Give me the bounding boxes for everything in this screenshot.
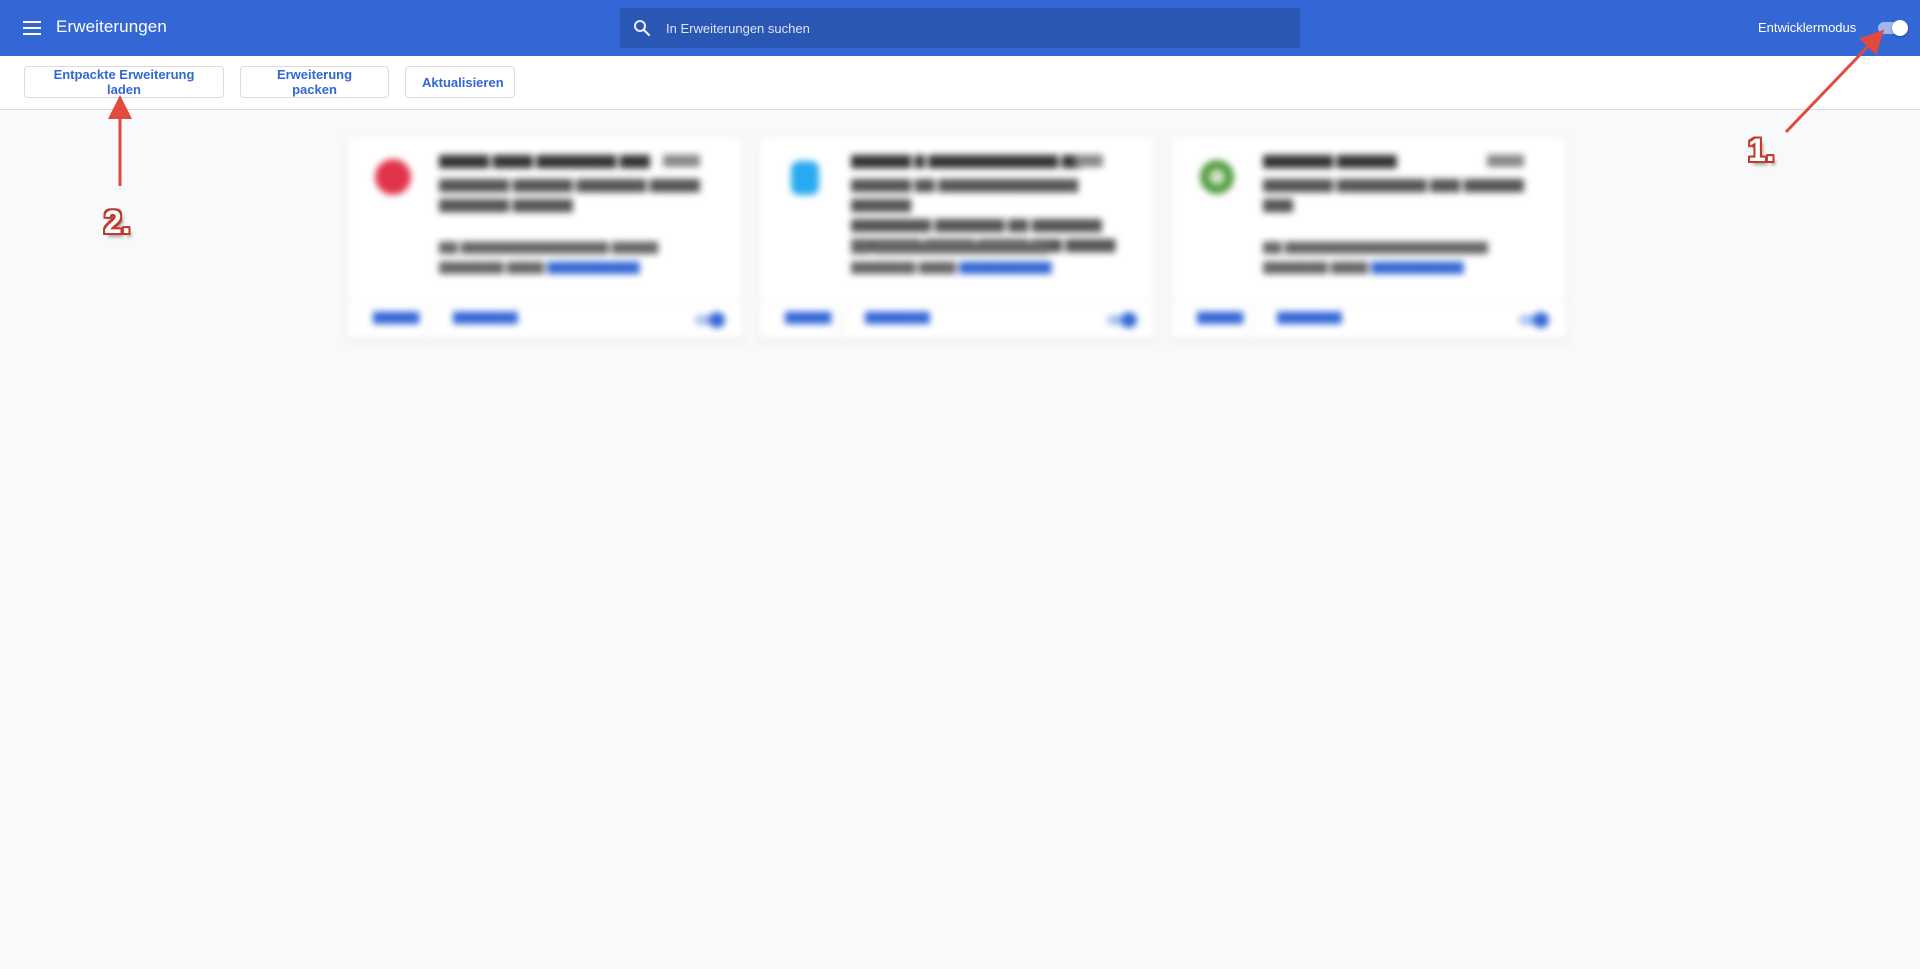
remove-button[interactable]: ▇▇▇▇▇▇▇	[1277, 310, 1342, 324]
extension-id: ▇▇ ▇▇▇▇▇▇▇▇▇▇▇▇▇▇▇▇▇▇▇▇▇▇ ▇▇▇▇▇▇▇ ▇▇▇▇ ▇▇…	[1263, 240, 1488, 274]
annotation-step-1: 1.	[1748, 132, 1775, 168]
extension-name: ▇▇▇▇▇ ▇▇▇▇ ▇▇▇▇▇▇▇▇ ▇▇▇	[439, 153, 650, 168]
extension-description: ▇▇▇▇▇▇▇ ▇▇▇▇▇▇▇▇▇ ▇▇▇ ▇▇▇▇▇▇ ▇▇▇	[1263, 177, 1524, 212]
extension-description: ▇▇▇▇▇▇▇ ▇▇▇▇▇▇ ▇▇▇▇▇▇▇ ▇▇▇▇▇ ▇▇▇▇▇▇▇ ▇▇▇▇…	[439, 177, 700, 212]
extension-toggle[interactable]	[693, 312, 725, 328]
details-button[interactable]: ▇▇▇▇▇	[785, 310, 831, 324]
divider	[429, 306, 430, 336]
extension-icon	[1197, 157, 1237, 197]
extension-version: ▇▇▇▇	[1487, 153, 1524, 167]
extension-id: ▇▇ ▇▇▇▇▇▇▇▇▇▇▇▇▇▇▇▇ ▇▇▇▇▇ ▇▇▇▇▇▇▇ ▇▇▇▇ ▇▇…	[439, 240, 658, 274]
extension-card: ▇▇▇▇▇▇ ▇ ▇▇▇▇▇▇▇▇▇▇▇▇▇ ▇▇▇ ▇▇▇ ▇▇▇▇▇▇ ▇▇…	[759, 137, 1155, 339]
extension-card-footer: ▇▇▇▇▇ ▇▇▇▇▇▇▇	[1171, 301, 1567, 339]
extension-version: ▇▇▇▇	[663, 153, 700, 167]
extension-list: ▇▇▇▇▇ ▇▇▇▇ ▇▇▇▇▇▇▇▇ ▇▇▇ ▇▇▇▇ ▇▇▇▇▇▇▇ ▇▇▇…	[0, 0, 1920, 969]
details-button[interactable]: ▇▇▇▇▇	[1197, 310, 1243, 324]
extension-icon	[373, 157, 413, 197]
extension-card: ▇▇▇▇▇ ▇▇▇▇ ▇▇▇▇▇▇▇▇ ▇▇▇ ▇▇▇▇ ▇▇▇▇▇▇▇ ▇▇▇…	[347, 137, 743, 339]
annotation-step-2: 2.	[104, 204, 131, 240]
extension-card-footer: ▇▇▇▇▇ ▇▇▇▇▇▇▇	[347, 301, 743, 339]
extension-card-footer: ▇▇▇▇▇ ▇▇▇▇▇▇▇	[759, 301, 1155, 339]
divider	[841, 306, 842, 336]
divider	[1253, 306, 1254, 336]
extension-card: ▇▇▇▇▇▇▇ ▇▇▇▇▇▇ ▇▇▇▇ ▇▇▇▇▇▇▇ ▇▇▇▇▇▇▇▇▇ ▇▇…	[1171, 137, 1567, 339]
details-button[interactable]: ▇▇▇▇▇	[373, 310, 419, 324]
extension-name: ▇▇▇▇▇▇▇ ▇▇▇▇▇▇	[1263, 153, 1397, 168]
remove-button[interactable]: ▇▇▇▇▇▇▇	[453, 310, 518, 324]
extension-toggle[interactable]	[1517, 312, 1549, 328]
remove-button[interactable]: ▇▇▇▇▇▇▇	[865, 310, 930, 324]
extension-icon	[785, 157, 825, 197]
extension-toggle[interactable]	[1105, 312, 1137, 328]
extension-name: ▇▇▇▇▇▇ ▇ ▇▇▇▇▇▇▇▇▇▇▇▇▇ ▇▇▇	[851, 153, 1081, 168]
extension-id: ▇▇ ▇▇▇▇▇▇▇▇▇▇▇▇▇▇▇▇▇▇▇ ▇▇▇▇▇▇▇ ▇▇▇▇ ▇▇▇▇▇…	[851, 240, 1052, 274]
extension-version: ▇▇▇	[1075, 153, 1103, 167]
